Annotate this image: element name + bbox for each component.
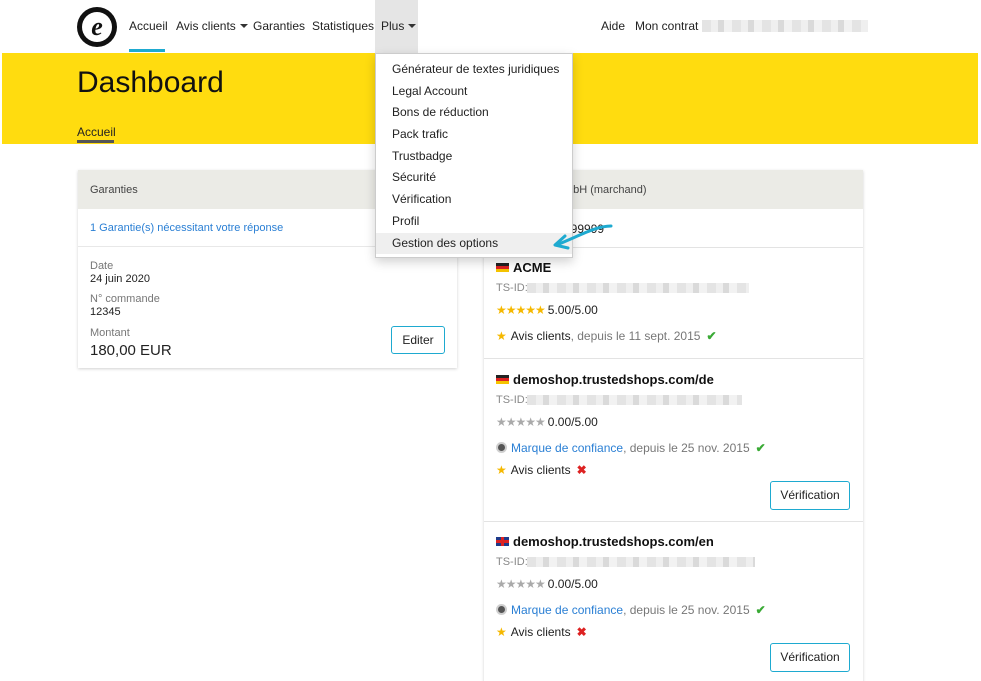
nav-avis-clients[interactable]: Avis clients: [176, 19, 248, 33]
logo-letter: e: [91, 12, 103, 41]
menu-item-generateur-textes[interactable]: Générateur de textes juridiques: [376, 59, 572, 80]
feature-label: Avis clients: [510, 463, 571, 477]
breadcrumb-underline: [77, 140, 114, 143]
date-label: Date: [90, 260, 114, 272]
menu-item-profil[interactable]: Profil: [376, 211, 572, 232]
feature-since: , depuis le 25 nov. 2015: [623, 441, 750, 455]
check-icon: ✔: [706, 329, 717, 343]
plus-dropdown-menu: Générateur de textes juridiques Legal Ac…: [375, 53, 573, 258]
feature-label: Avis clients: [510, 625, 571, 639]
menu-item-trustbadge[interactable]: Trustbadge: [376, 146, 572, 167]
star-rating-icon: ★★★★★: [496, 303, 546, 317]
menu-item-gestion-des-options[interactable]: Gestion des options: [376, 233, 572, 254]
shop-name-label: demoshop.trustedshops.com/de: [513, 372, 714, 387]
shop-name-label: demoshop.trustedshops.com/en: [513, 534, 714, 549]
menu-item-legal-account[interactable]: Legal Account: [376, 81, 572, 102]
rating-value: 5.00/5.00: [547, 303, 598, 317]
user-name-redacted[interactable]: [702, 20, 868, 32]
feature-avis-clients: ★ Avis clients ✖: [496, 463, 587, 477]
shop-name-label: ACME: [513, 260, 552, 275]
order-number-label: N° commande: [90, 293, 160, 305]
date-value: 24 juin 2020: [90, 273, 150, 285]
feature-label: Avis clients: [510, 329, 571, 343]
pending-guarantee-link[interactable]: 1 Garantie(s) nécessitant votre réponse: [90, 222, 283, 234]
trusted-shops-logo[interactable]: e: [77, 7, 117, 47]
merchant-header-text: nbH (marchand): [567, 184, 647, 196]
shop-rating: ★★★★★ 5.00/5.00: [496, 303, 598, 317]
germany-flag-icon: [496, 263, 509, 272]
feature-link[interactable]: Marque de confiance: [511, 441, 623, 455]
rating-value: 0.00/5.00: [547, 415, 598, 429]
shop-rating: ★★★★★ 0.00/5.00: [496, 415, 598, 429]
feature-marque-de-confiance: Marque de confiance, depuis le 25 nov. 2…: [496, 441, 766, 455]
rating-value: 0.00/5.00: [547, 577, 598, 591]
star-icon: ★: [496, 463, 507, 477]
divider: [484, 358, 863, 359]
menu-item-pack-trafic[interactable]: Pack trafic: [376, 124, 572, 145]
check-icon: ✔: [755, 441, 766, 455]
tsid-label: TS-ID:: [496, 556, 528, 568]
menu-item-securite[interactable]: Sécurité: [376, 167, 572, 188]
cross-icon: ✖: [576, 463, 587, 477]
nav-active-indicator: [129, 49, 165, 52]
check-icon: ✔: [755, 603, 766, 617]
page-title: Dashboard: [77, 66, 224, 99]
top-navbar: e Accueil Avis clients Garanties Statist…: [0, 0, 981, 53]
feature-link[interactable]: Marque de confiance: [511, 603, 623, 617]
nav-statistiques[interactable]: Statistiques: [312, 19, 374, 33]
verification-button[interactable]: Vérification: [770, 481, 850, 510]
order-number-value: 12345: [90, 306, 121, 318]
verification-button[interactable]: Vérification: [770, 643, 850, 672]
nav-plus[interactable]: Plus: [381, 19, 417, 33]
uk-flag-icon: [496, 537, 509, 546]
germany-flag-icon: [496, 375, 509, 384]
chevron-down-icon: [239, 24, 248, 28]
trust-seal-icon: [496, 442, 507, 453]
edit-button[interactable]: Editer: [391, 326, 445, 354]
logo-inner-circle: e: [82, 12, 112, 42]
chevron-down-icon: [408, 24, 417, 28]
star-icon: ★: [496, 625, 507, 639]
feature-avis-clients: ★ Avis clients, depuis le 11 sept. 2015 ✔: [496, 329, 717, 343]
shop-name-demoshop-en: demoshop.trustedshops.com/en: [496, 534, 714, 549]
annotation-arrow-icon: [553, 224, 613, 250]
shop-name-acme: ACME: [496, 260, 551, 275]
nav-plus-label: Plus: [381, 19, 405, 33]
tsid-value-redacted: [527, 557, 755, 567]
shop-rating: ★★★★★ 0.00/5.00: [496, 577, 598, 591]
tsid-value-redacted: [527, 283, 749, 293]
amount-value: 180,00 EUR: [90, 342, 172, 359]
nav-aide[interactable]: Aide: [601, 19, 625, 33]
nav-accueil[interactable]: Accueil: [129, 19, 168, 33]
feature-avis-clients: ★ Avis clients ✖: [496, 625, 587, 639]
breadcrumb[interactable]: Accueil: [77, 125, 116, 139]
feature-since: , depuis le 11 sept. 2015: [570, 329, 701, 343]
trust-seal-icon: [496, 604, 507, 615]
tsid-label: TS-ID:: [496, 394, 528, 406]
star-icon: ★: [496, 329, 507, 343]
menu-item-verification[interactable]: Vérification: [376, 189, 572, 210]
feature-since: , depuis le 25 nov. 2015: [623, 603, 750, 617]
tsid-label: TS-ID:: [496, 282, 528, 294]
star-rating-icon: ★★★★★: [496, 577, 546, 591]
shop-name-demoshop-de: demoshop.trustedshops.com/de: [496, 372, 714, 387]
star-rating-icon: ★★★★★: [496, 415, 546, 429]
amount-label: Montant: [90, 327, 130, 339]
cross-icon: ✖: [576, 625, 587, 639]
feature-marque-de-confiance: Marque de confiance, depuis le 25 nov. 2…: [496, 603, 766, 617]
nav-mon-contrat[interactable]: Mon contrat: [635, 19, 698, 33]
nav-garanties[interactable]: Garanties: [253, 19, 305, 33]
nav-avis-clients-label: Avis clients: [176, 19, 236, 33]
divider: [484, 521, 863, 522]
menu-item-bons-de-reduction[interactable]: Bons de réduction: [376, 102, 572, 123]
tsid-value-redacted: [527, 395, 742, 405]
